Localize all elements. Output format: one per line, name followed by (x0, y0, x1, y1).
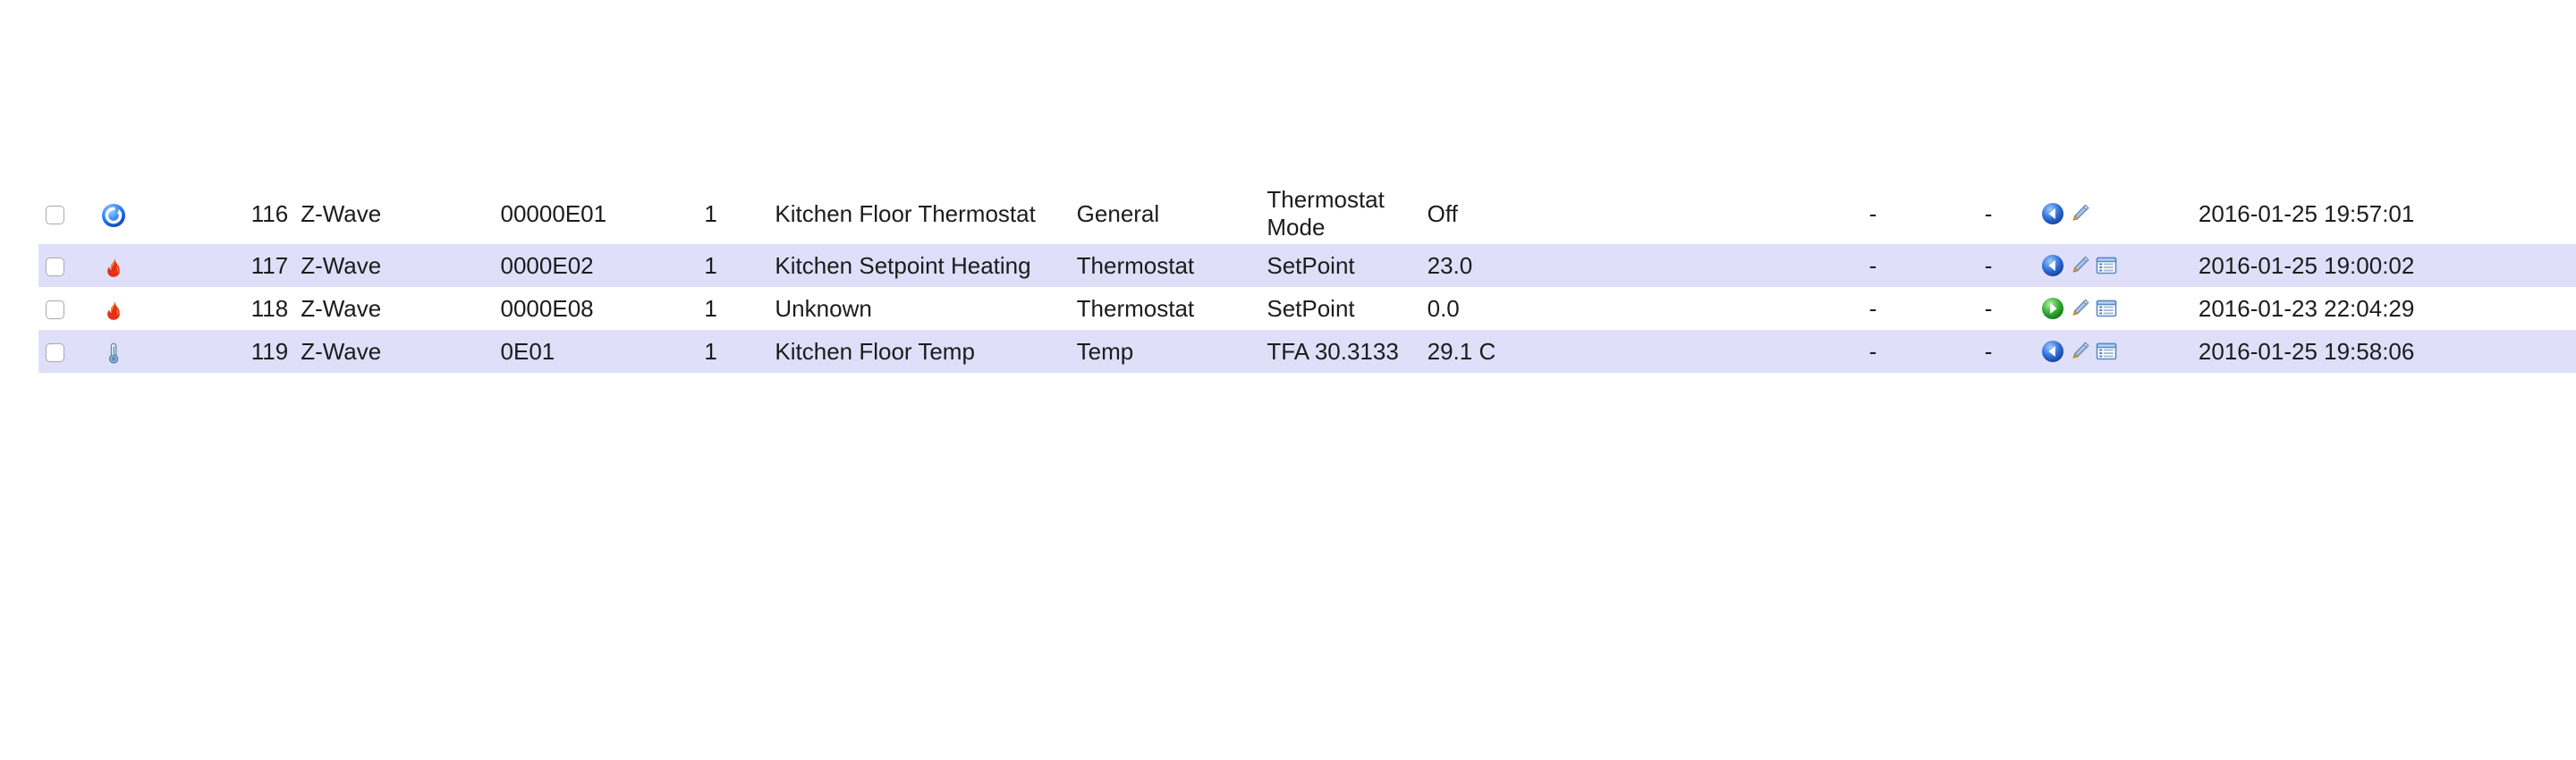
row-signal: - (1935, 287, 2042, 330)
row-type: Temp (1076, 330, 1267, 373)
back-arrow-blue-icon[interactable] (2041, 202, 2064, 225)
row-id: 117 (175, 244, 301, 287)
row-actions (2041, 340, 2156, 363)
row-signal: - (1935, 244, 2042, 287)
row-subtype: SetPoint (1267, 244, 1428, 287)
row-select-cell[interactable] (38, 287, 101, 330)
row-actions (2041, 202, 2156, 225)
row-timestamp: 2016-01-25 19:58:06 (2155, 330, 2576, 373)
edit-pencil-icon[interactable] (2068, 340, 2091, 363)
row-id: 119 (175, 330, 301, 373)
row-instance: 1 (704, 244, 775, 287)
row-id: 116 (175, 183, 301, 244)
row-value: 0.0 (1427, 287, 1811, 330)
row-checkbox[interactable] (46, 258, 64, 277)
row-battery: - (1810, 244, 1936, 287)
row-actions (2041, 297, 2156, 320)
row-checkbox[interactable] (46, 300, 64, 320)
row-protocol: Z-Wave (301, 244, 501, 287)
forward-arrow-green-icon[interactable] (2041, 297, 2064, 320)
row-instance: 1 (704, 330, 775, 373)
row-select-cell[interactable] (38, 244, 101, 287)
row-actions-cell (2041, 330, 2156, 373)
table-row[interactable]: 119 Z-Wave 0E01 1 Kitchen Floor Temp Tem… (38, 330, 2576, 373)
back-arrow-blue-icon[interactable] (2041, 254, 2064, 277)
row-subtype: Thermostat Mode (1267, 183, 1428, 244)
blue-refresh-icon (101, 203, 126, 228)
row-battery: - (1810, 287, 1936, 330)
row-instance: 1 (704, 287, 775, 330)
log-window-icon[interactable] (2095, 297, 2118, 320)
row-name: Kitchen Floor Temp (775, 330, 1077, 373)
flame-icon (101, 255, 126, 280)
row-name: Kitchen Setpoint Heating (775, 244, 1077, 287)
row-type: General (1076, 183, 1267, 244)
row-address: 0E01 (500, 330, 705, 373)
log-window-icon[interactable] (2095, 254, 2118, 277)
flame-icon (101, 298, 126, 323)
row-select-cell[interactable] (38, 330, 101, 373)
row-address: 0000E02 (500, 244, 705, 287)
row-protocol: Z-Wave (301, 287, 501, 330)
row-status-icon-cell (100, 287, 176, 330)
row-address: 00000E01 (500, 183, 705, 244)
row-status-icon-cell (100, 330, 176, 373)
device-table: 116 Z-Wave 00000E01 1 Kitchen Floor Ther… (38, 183, 2576, 373)
row-actions-cell (2041, 287, 2156, 330)
action-placeholder (2095, 202, 2118, 225)
row-name: Kitchen Floor Thermostat (775, 183, 1077, 244)
row-value: 23.0 (1427, 244, 1811, 287)
edit-pencil-icon[interactable] (2068, 202, 2091, 225)
device-table-container: 116 Z-Wave 00000E01 1 Kitchen Floor Ther… (0, 183, 2576, 373)
row-checkbox[interactable] (46, 206, 64, 225)
row-value: Off (1427, 183, 1811, 244)
edit-pencil-icon[interactable] (2068, 254, 2091, 277)
row-id: 118 (175, 287, 301, 330)
row-instance: 1 (704, 183, 775, 244)
row-battery: - (1810, 183, 1936, 244)
row-type: Thermostat (1076, 244, 1267, 287)
table-row[interactable]: 116 Z-Wave 00000E01 1 Kitchen Floor Ther… (38, 183, 2576, 244)
row-select-cell[interactable] (38, 183, 101, 244)
table-row[interactable]: 117 Z-Wave 0000E02 1 Kitchen Setpoint He… (38, 244, 2576, 287)
row-status-icon-cell (100, 183, 176, 244)
row-value: 29.1 C (1427, 330, 1811, 373)
row-checkbox[interactable] (46, 343, 64, 363)
row-protocol: Z-Wave (301, 183, 501, 244)
back-arrow-blue-icon[interactable] (2041, 340, 2064, 363)
row-subtype: SetPoint (1267, 287, 1428, 330)
row-subtype: TFA 30.3133 (1267, 330, 1428, 373)
row-signal: - (1935, 183, 2042, 244)
log-window-icon[interactable] (2095, 340, 2118, 363)
row-actions-cell (2041, 183, 2156, 244)
row-battery: - (1810, 330, 1936, 373)
row-timestamp: 2016-01-25 19:57:01 (2155, 183, 2576, 244)
row-address: 0000E08 (500, 287, 705, 330)
edit-pencil-icon[interactable] (2068, 297, 2091, 320)
table-row[interactable]: 118 Z-Wave 0000E08 1 Unknown Thermostat … (38, 287, 2576, 330)
row-timestamp: 2016-01-23 22:04:29 (2155, 287, 2576, 330)
device-table-body: 116 Z-Wave 00000E01 1 Kitchen Floor Ther… (38, 183, 2576, 373)
row-actions-cell (2041, 244, 2156, 287)
row-signal: - (1935, 330, 2042, 373)
row-actions (2041, 254, 2156, 277)
row-name: Unknown (775, 287, 1077, 330)
thermometer-icon (101, 341, 126, 366)
row-status-icon-cell (100, 244, 176, 287)
row-protocol: Z-Wave (301, 330, 501, 373)
row-type: Thermostat (1076, 287, 1267, 330)
row-timestamp: 2016-01-25 19:00:02 (2155, 244, 2576, 287)
